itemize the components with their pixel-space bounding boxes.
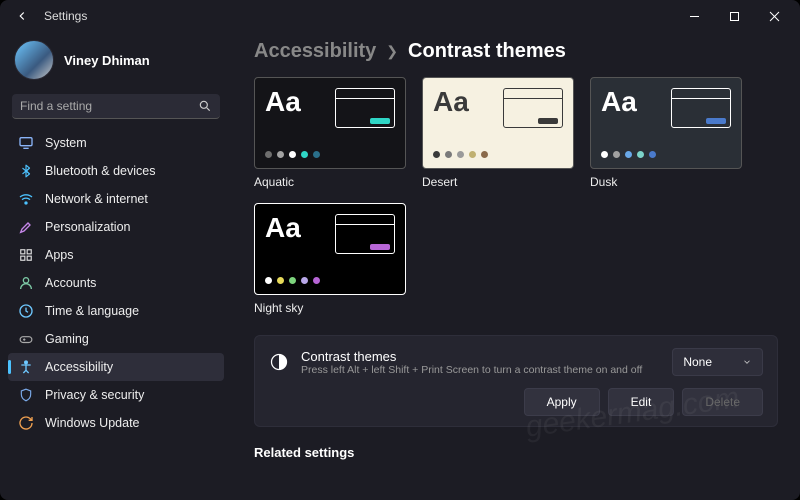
contrast-subtitle: Press left Alt + left Shift + Print Scre… [301, 364, 660, 376]
breadcrumb-current: Contrast themes [408, 40, 566, 63]
edit-button[interactable]: Edit [608, 388, 675, 416]
chevron-right-icon: ❯ [386, 43, 398, 60]
main-content: Accessibility ❯ Contrast themes Aa Aquati… [232, 32, 800, 500]
maximize-button[interactable] [714, 2, 754, 30]
theme-color-dots [433, 151, 563, 158]
sidebar-item-label: Network & internet [45, 192, 148, 206]
sidebar-item-accounts[interactable]: Accounts [8, 269, 224, 297]
avatar [14, 40, 54, 80]
accessibility-icon [18, 359, 34, 375]
privacy-icon [18, 387, 34, 403]
sidebar-item-accessibility[interactable]: Accessibility [8, 353, 224, 381]
sidebar-item-bluetooth[interactable]: Bluetooth & devices [8, 157, 224, 185]
gaming-icon [18, 331, 34, 347]
sidebar-item-label: Apps [45, 248, 74, 262]
back-button[interactable] [10, 9, 34, 23]
breadcrumb: Accessibility ❯ Contrast themes [254, 36, 778, 77]
select-value: None [683, 355, 712, 369]
chevron-down-icon [742, 357, 752, 367]
apply-button[interactable]: Apply [524, 388, 600, 416]
theme-color-dots [601, 151, 731, 158]
theme-mini-window [335, 214, 395, 254]
time-icon [18, 303, 34, 319]
minimize-button[interactable] [674, 2, 714, 30]
delete-button: Delete [682, 388, 763, 416]
theme-name: Aquatic [254, 175, 406, 189]
search-icon [198, 99, 212, 113]
theme-tile[interactable]: Aa [590, 77, 742, 169]
apps-icon [18, 247, 34, 263]
search-box[interactable] [12, 94, 220, 119]
theme-tile[interactable]: Aa [422, 77, 574, 169]
related-settings-heading: Related settings [254, 445, 778, 466]
sidebar-item-label: System [45, 136, 87, 150]
theme-sample-text: Aa [265, 88, 301, 116]
close-button[interactable] [754, 2, 794, 30]
contrast-theme-select[interactable]: None [672, 348, 763, 376]
update-icon [18, 415, 34, 431]
sidebar-item-update[interactable]: Windows Update [8, 409, 224, 437]
sidebar-item-privacy[interactable]: Privacy & security [8, 381, 224, 409]
sidebar-item-label: Gaming [45, 332, 89, 346]
theme-sample-text: Aa [433, 88, 469, 116]
theme-color-dots [265, 277, 395, 284]
sidebar-item-label: Windows Update [45, 416, 140, 430]
sidebar-item-label: Bluetooth & devices [45, 164, 156, 178]
sidebar-item-system[interactable]: System [8, 129, 224, 157]
theme-mini-window [671, 88, 731, 128]
sidebar-item-personalization[interactable]: Personalization [8, 213, 224, 241]
theme-sample-text: Aa [265, 214, 301, 242]
sidebar-item-time[interactable]: Time & language [8, 297, 224, 325]
theme-card-night-sky: Aa Night sky [254, 203, 406, 315]
contrast-icon [269, 352, 289, 372]
wifi-icon [18, 191, 34, 207]
theme-name: Dusk [590, 175, 742, 189]
theme-card-dusk: Aa Dusk [590, 77, 742, 189]
personalization-icon [18, 219, 34, 235]
theme-mini-window [335, 88, 395, 128]
user-name: Viney Dhiman [64, 53, 150, 68]
theme-card-aquatic: Aa Aquatic [254, 77, 406, 189]
system-icon [18, 135, 34, 151]
bluetooth-icon [18, 163, 34, 179]
theme-tile[interactable]: Aa [254, 77, 406, 169]
sidebar-item-label: Accessibility [45, 360, 113, 374]
theme-name: Desert [422, 175, 574, 189]
themes-grid: Aa Aquatic Aa Desert Aa Dusk Aa Night sky [254, 77, 778, 315]
search-input[interactable] [20, 99, 198, 113]
sidebar-item-label: Accounts [45, 276, 96, 290]
sidebar-item-apps[interactable]: Apps [8, 241, 224, 269]
sidebar-item-wifi[interactable]: Network & internet [8, 185, 224, 213]
theme-mini-window [503, 88, 563, 128]
sidebar: Viney Dhiman System Bluetooth & devices Ne… [0, 32, 232, 500]
user-block[interactable]: Viney Dhiman [8, 36, 224, 90]
theme-name: Night sky [254, 301, 406, 315]
window-title: Settings [44, 9, 674, 23]
theme-card-desert: Aa Desert [422, 77, 574, 189]
contrast-setting-panel: Contrast themes Press left Alt + left Sh… [254, 335, 778, 427]
sidebar-item-label: Privacy & security [45, 388, 144, 402]
theme-tile[interactable]: Aa [254, 203, 406, 295]
sidebar-item-gaming[interactable]: Gaming [8, 325, 224, 353]
sidebar-item-label: Time & language [45, 304, 139, 318]
accounts-icon [18, 275, 34, 291]
contrast-title: Contrast themes [301, 349, 660, 364]
theme-sample-text: Aa [601, 88, 637, 116]
theme-color-dots [265, 151, 395, 158]
sidebar-item-label: Personalization [45, 220, 130, 234]
breadcrumb-parent[interactable]: Accessibility [254, 40, 376, 63]
